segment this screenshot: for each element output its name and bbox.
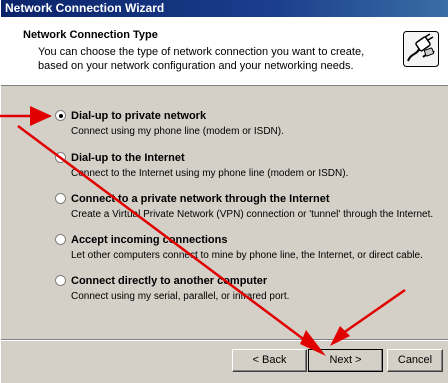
page-description: You can choose the type of network conne… xyxy=(38,46,365,72)
title-bar[interactable]: Network Connection Wizard xyxy=(1,0,448,17)
phone-plug-icon xyxy=(403,31,439,67)
radio-dialup-internet[interactable] xyxy=(55,152,66,163)
option-label: Accept incoming connections xyxy=(71,234,228,246)
option-label: Connect to a private network through the… xyxy=(71,193,330,205)
option-description: Let other computers connect to mine by p… xyxy=(71,250,423,261)
option-label: Dial-up to the Internet xyxy=(71,152,185,164)
cancel-button[interactable]: Cancel xyxy=(387,349,443,372)
back-button[interactable]: < Back xyxy=(232,349,307,372)
radio-direct-connect[interactable] xyxy=(55,275,66,286)
footer-divider xyxy=(1,339,448,341)
window-title: Network Connection Wizard xyxy=(5,1,165,15)
option-description: Connect using my phone line (modem or IS… xyxy=(71,126,284,137)
radio-accept-incoming[interactable] xyxy=(55,234,66,245)
header-panel: Network Connection Type You can choose t… xyxy=(1,17,448,86)
wizard-window: Network Connection Wizard Network Connec… xyxy=(0,0,448,383)
option-description: Connect to the Internet using my phone l… xyxy=(71,168,349,179)
option-description: Create a Virtual Private Network (VPN) c… xyxy=(71,209,434,220)
option-label: Dial-up to private network xyxy=(71,110,207,122)
page-title: Network Connection Type xyxy=(23,29,158,41)
radio-dialup-private[interactable] xyxy=(55,110,66,121)
next-button[interactable]: Next > xyxy=(308,349,383,372)
option-description: Connect using my serial, parallel, or in… xyxy=(71,291,290,302)
radio-vpn[interactable] xyxy=(55,193,66,204)
option-label: Connect directly to another computer xyxy=(71,275,268,287)
